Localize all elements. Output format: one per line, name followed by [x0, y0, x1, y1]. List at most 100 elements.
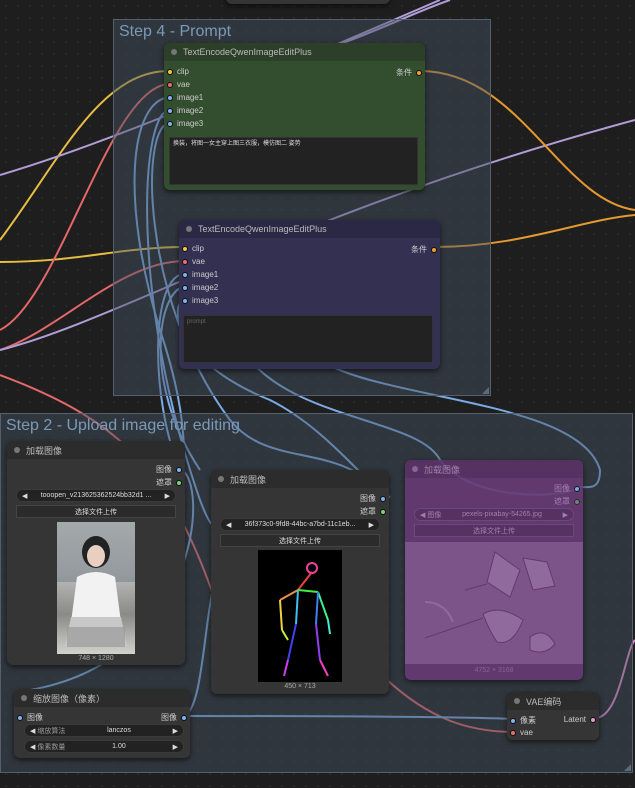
input-clip[interactable]: clip — [182, 244, 204, 253]
node-load-image-2[interactable]: 加载图像 图像 遮罩 ◀ 36f373c0-9fd8-44bc-a7bd-11c… — [211, 470, 389, 694]
node-header[interactable]: VAE编码 — [507, 692, 599, 710]
pin-icon[interactable] — [167, 68, 173, 75]
arrow-right-icon[interactable]: ▶ — [173, 727, 178, 735]
arrow-left-icon[interactable]: ◀ — [22, 492, 27, 500]
node-text-encode-1[interactable]: TextEncodeQwenImageEditPlus clip vae ima… — [164, 43, 425, 190]
pin-icon[interactable] — [431, 246, 437, 253]
output-mask[interactable]: 遮罩 — [360, 506, 386, 517]
pin-icon[interactable] — [182, 271, 188, 278]
pin-icon[interactable] — [17, 714, 23, 721]
node-header[interactable]: 缩放图像（像素） — [14, 689, 190, 707]
pin-icon[interactable] — [176, 466, 182, 473]
arrow-right-icon[interactable]: ▶ — [563, 511, 568, 519]
group-resize-handle[interactable] — [624, 764, 631, 771]
group-resize-handle[interactable] — [482, 387, 489, 394]
input-vae[interactable]: vae — [182, 257, 205, 266]
output-image[interactable]: 图像 — [156, 464, 182, 475]
pin-icon[interactable] — [167, 107, 173, 114]
group-title: Step 2 - Upload image for editing — [6, 417, 240, 434]
pin-icon[interactable] — [416, 69, 422, 76]
pin-icon[interactable] — [510, 717, 516, 724]
combo-value: 36f373c0-9fd8-44bc-a7bd-11c1eb... — [244, 521, 356, 528]
megapixels-stepper[interactable]: ◀ 像素数量 1.00 ▶ — [24, 740, 184, 753]
pin-icon[interactable] — [182, 284, 188, 291]
pin-icon[interactable] — [574, 485, 580, 492]
node-title: VAE编码 — [526, 696, 562, 707]
input-image1[interactable]: image1 — [182, 270, 218, 279]
pin-icon[interactable] — [167, 94, 173, 101]
node-title: TextEncodeQwenImageEditPlus — [183, 47, 312, 57]
input-image1[interactable]: image1 — [167, 93, 203, 102]
prompt-textarea[interactable]: prompt — [183, 315, 433, 363]
input-image2[interactable]: image2 — [182, 283, 218, 292]
pin-icon[interactable] — [182, 245, 188, 252]
node-title: 加载图像 — [230, 474, 267, 485]
pin-icon[interactable] — [182, 258, 188, 265]
node-vae-encode[interactable]: VAE编码 像素 vae Latent — [507, 692, 599, 740]
output-image[interactable]: 图像 — [360, 493, 386, 504]
pin-icon[interactable] — [590, 716, 596, 723]
input-vae[interactable]: vae — [510, 728, 533, 737]
node-text-encode-2[interactable]: TextEncodeQwenImageEditPlus clip vae ima… — [179, 220, 440, 369]
node-title: 加载图像 — [424, 464, 461, 475]
pin-icon[interactable] — [182, 297, 188, 304]
pin-icon[interactable] — [167, 120, 173, 127]
arrow-right-icon[interactable]: ▶ — [173, 743, 178, 751]
pin-icon[interactable] — [167, 81, 173, 88]
input-pixels[interactable]: 像素 — [510, 715, 536, 726]
input-image2[interactable]: image2 — [167, 106, 203, 115]
arrow-left-icon[interactable]: ◀ 缩放算法 — [30, 726, 65, 736]
collapse-dot-icon[interactable] — [186, 226, 192, 232]
collapse-dot-icon[interactable] — [14, 447, 20, 453]
pin-icon[interactable] — [510, 729, 516, 736]
upscale-method-combo[interactable]: ◀ 缩放算法 lanczos ▶ — [24, 724, 184, 737]
node-title: TextEncodeQwenImageEditPlus — [198, 224, 327, 234]
collapse-dot-icon[interactable] — [171, 49, 177, 55]
output-latent[interactable]: Latent — [564, 715, 596, 724]
output-image[interactable]: 图像 — [554, 483, 580, 494]
image-file-combo[interactable]: ◀ tooopen_v213625362524bb32d1 ... ▶ — [16, 489, 176, 502]
node-header[interactable]: TextEncodeQwenImageEditPlus — [179, 220, 440, 238]
arrow-left-icon[interactable]: ◀ — [226, 521, 231, 529]
input-image3[interactable]: image3 — [167, 119, 203, 128]
pin-icon[interactable] — [181, 714, 187, 721]
collapse-dot-icon[interactable] — [514, 698, 520, 704]
image-file-combo[interactable]: ◀ 图像 pexels-pixabay-54265.jpg ▶ — [414, 508, 574, 521]
collapse-dot-icon[interactable] — [218, 476, 224, 482]
collapse-dot-icon[interactable] — [412, 466, 418, 472]
node-partial-top[interactable] — [226, 0, 390, 4]
pin-icon[interactable] — [380, 495, 386, 502]
input-clip[interactable]: clip — [167, 67, 189, 76]
collapse-dot-icon[interactable] — [21, 695, 27, 701]
upload-button[interactable]: 选择文件上传 — [16, 505, 176, 518]
output-image[interactable]: 图像 — [161, 712, 187, 723]
image-file-combo[interactable]: ◀ 36f373c0-9fd8-44bc-a7bd-11c1eb... ▶ — [220, 518, 380, 531]
node-load-image-1[interactable]: 加载图像 图像 遮罩 ◀ tooopen_v213625362524bb32d1… — [7, 441, 185, 665]
input-image3[interactable]: image3 — [182, 296, 218, 305]
node-header[interactable]: 加载图像 — [211, 470, 389, 488]
node-scale-image[interactable]: 缩放图像（像素） 图像 图像 ◀ 缩放算法 lanczos ▶ ◀ 像素数量 1… — [14, 689, 190, 758]
upload-button[interactable]: 选择文件上传 — [220, 534, 380, 547]
output-mask[interactable]: 遮罩 — [554, 496, 580, 507]
input-vae[interactable]: vae — [167, 80, 190, 89]
node-header[interactable]: 加载图像 — [7, 441, 185, 459]
input-image[interactable]: 图像 — [17, 712, 43, 723]
arrow-right-icon[interactable]: ▶ — [369, 521, 374, 529]
pin-icon[interactable] — [176, 479, 182, 486]
output-conditioning[interactable]: 条件 — [396, 67, 422, 78]
group-title: Step 4 - Prompt — [119, 23, 232, 40]
pin-icon[interactable] — [574, 498, 580, 505]
node-header[interactable]: TextEncodeQwenImageEditPlus — [164, 43, 425, 61]
arrow-left-icon[interactable]: ◀ 图像 — [420, 510, 441, 520]
image-size-label: 4752 × 3168 — [474, 667, 514, 674]
prompt-textarea[interactable]: 换装，将图一女主穿上图三衣服，模仿图二 姿势 — [169, 137, 418, 185]
output-conditioning[interactable]: 条件 — [411, 244, 437, 255]
arrow-right-icon[interactable]: ▶ — [165, 492, 170, 500]
node-header[interactable]: 加载图像 — [405, 460, 583, 478]
output-mask[interactable]: 遮罩 — [156, 477, 182, 488]
arrow-left-icon[interactable]: ◀ 像素数量 — [30, 742, 65, 752]
upload-button[interactable]: 选择文件上传 — [414, 524, 574, 537]
node-load-image-3-bypassed[interactable]: 加载图像 图像 遮罩 ◀ 图像 pexels-pixabay-54265.jpg… — [405, 460, 583, 680]
image-preview — [57, 522, 135, 654]
pin-icon[interactable] — [380, 508, 386, 515]
